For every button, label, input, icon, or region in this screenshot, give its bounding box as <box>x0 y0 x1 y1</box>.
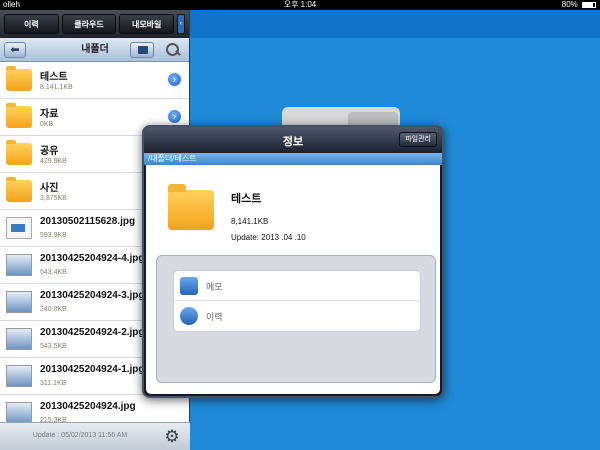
clock-icon <box>180 307 198 325</box>
folder-options-button[interactable] <box>130 42 154 58</box>
item-name: 20130502115628.jpg <box>40 216 136 227</box>
item-name: 20130425204924-1.jpg <box>40 364 145 375</box>
folder-icon <box>6 140 32 165</box>
history-label: 이력 <box>206 312 223 322</box>
last-update-text: Update : 05/02/2013 11:56 AM <box>32 432 128 439</box>
item-name: 자료 <box>40 109 59 120</box>
item-name: 테스트 <box>231 193 262 205</box>
battery-percent: 80% <box>561 0 578 9</box>
folder-icon <box>6 66 32 91</box>
item-size: 543.4KB <box>40 269 67 276</box>
image-thumbnail <box>6 365 32 387</box>
panel-collapse-handle[interactable]: ‹ <box>177 14 186 34</box>
nav-title: 내폴더 <box>81 44 109 55</box>
item-size: 311.1KB <box>40 380 67 387</box>
item-size: 8,141.1KB <box>40 84 73 91</box>
list-item[interactable]: 20130425204924.jpg 215.3KB <box>0 395 189 422</box>
disclosure-icon[interactable]: › <box>168 110 181 123</box>
item-size: 593.9KB <box>40 232 67 239</box>
status-bar: olleh 오후 1:04 80% <box>0 0 600 10</box>
memo-label: 메모 <box>206 282 223 292</box>
item-size: 0KB <box>40 121 54 128</box>
dialog-header: 정보 파일관리 <box>144 127 442 153</box>
folder-icon <box>138 46 148 54</box>
action-group: 메모 이력 <box>173 270 421 332</box>
item-size: 3,875KB <box>40 195 67 202</box>
item-size: 543.5KB <box>40 343 67 350</box>
tab-cloud[interactable]: 클라우드 <box>61 14 117 34</box>
dialog-title: 정보 <box>282 136 304 148</box>
battery-icon <box>582 2 596 8</box>
nav-bar: ⬅ 내폴더 <box>0 38 189 62</box>
actions-panel: 메모 이력 <box>156 255 436 383</box>
clock: 오후 1:04 <box>283 0 317 9</box>
list-item[interactable]: 테스트 8,141.1KB › <box>0 62 189 99</box>
file-manage-button[interactable]: 파일관리 <box>399 132 437 147</box>
item-size: 8,141.1KB <box>231 217 269 226</box>
image-thumbnail <box>6 291 32 313</box>
search-icon[interactable] <box>164 41 184 59</box>
tab-my-mobile[interactable]: 내모바일 <box>119 14 175 34</box>
item-name: 20130425204924-2.jpg <box>40 327 145 338</box>
folder-icon <box>6 177 32 202</box>
battery-indicator: 80% <box>562 0 596 10</box>
image-thumbnail <box>6 328 32 350</box>
item-name: 공유 <box>40 146 59 157</box>
disclosure-icon[interactable]: › <box>168 73 181 86</box>
item-name: 사진 <box>40 183 59 194</box>
item-name: 20130425204924.jpg <box>40 401 136 412</box>
document-icon <box>6 217 32 239</box>
memo-action[interactable]: 메모 <box>174 271 420 301</box>
folder-icon-large <box>168 184 214 230</box>
info-dialog: 정보 파일관리 /내폴더/테스트 테스트 8,141.1KB Update: 2… <box>142 125 444 398</box>
folder-icon <box>6 103 32 128</box>
memo-icon <box>180 277 198 295</box>
image-thumbnail <box>6 254 32 276</box>
tab-history[interactable]: 이력 <box>4 14 59 34</box>
image-thumbnail <box>6 402 32 422</box>
item-name: 20130425204924-4.jpg <box>40 253 145 264</box>
dialog-body: 테스트 8,141.1KB Update: 2013 .04 .10 메모 이력 <box>146 165 440 394</box>
panel-footer: Update : 05/02/2013 11:56 AM ⚙ <box>0 422 190 450</box>
item-name: 20130425204924-3.jpg <box>40 290 145 301</box>
item-update-date: Update: 2013 .04 .10 <box>231 233 306 242</box>
item-size: 429.9KB <box>40 158 67 165</box>
segment-bar: 이력 클라우드 내모바일 ‹ <box>0 10 189 38</box>
item-name: 테스트 <box>40 72 68 83</box>
item-size: 240.8KB <box>40 306 67 313</box>
gear-icon[interactable]: ⚙ <box>163 428 181 446</box>
history-action[interactable]: 이력 <box>174 301 420 331</box>
path-bar: /내폴더/테스트 <box>144 153 442 165</box>
